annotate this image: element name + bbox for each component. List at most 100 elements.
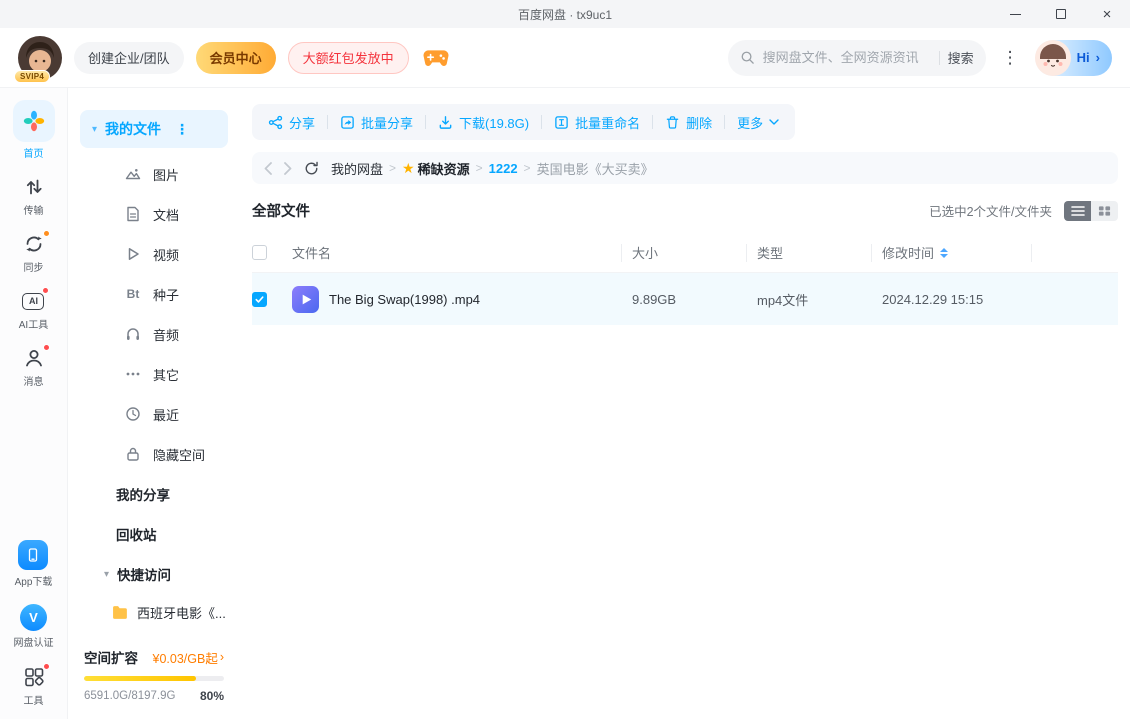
grid-view-button[interactable] [1091,201,1118,221]
table-row[interactable]: The Big Swap(1998) .mp4 9.89GB mp4文件 202… [252,273,1118,325]
maximize-button[interactable] [1038,0,1084,28]
sidebar-item-my-files[interactable]: ▾ 我的文件 ⋮ [80,110,228,148]
sidebar-item-hidden-space[interactable]: 隐藏空间 [68,434,240,474]
vip-center-button[interactable]: 会员中心 [196,42,276,74]
rail-item-certification[interactable]: V 网盘认证 [14,604,54,649]
rail-item-messages[interactable]: 消息 [22,346,46,388]
search-button[interactable]: 搜索 [948,48,974,67]
search-input[interactable] [763,50,931,65]
minimize-icon [1010,14,1021,15]
sidebar-item-videos[interactable]: 视频 [68,234,240,274]
game-controller-icon[interactable] [423,49,449,67]
breadcrumb-rare-resources[interactable]: ★ 稀缺资源 [402,159,470,178]
file-name-text: The Big Swap(1998) .mp4 [329,292,480,307]
file-name-cell[interactable]: The Big Swap(1998) .mp4 [292,286,622,313]
rail-item-transfer[interactable]: 传输 [22,175,46,217]
image-icon [125,166,141,182]
messages-badge-dot [43,344,50,351]
home-icon [13,100,55,142]
toolbar-divider [652,115,653,129]
sort-icon[interactable] [940,248,948,258]
share-button[interactable]: 分享 [268,113,315,132]
grid-view-icon [1098,205,1111,217]
breadcrumb-separator: > [476,161,483,175]
column-modified[interactable]: 修改时间 [872,244,1032,262]
cert-v-icon: V [20,604,47,631]
phone-icon [18,540,48,570]
storage-progress-fill [84,676,196,681]
storage-expand-link[interactable]: ¥0.03/GB起 › [153,648,225,667]
bt-torrent-icon: Bt [125,286,141,302]
search-box[interactable]: 搜索 [728,40,986,76]
transfer-arrows-icon [22,175,46,199]
account-entry[interactable]: Hi › [1035,40,1112,76]
lock-icon [125,446,141,462]
column-type[interactable]: 类型 [747,244,872,262]
select-all-checkbox[interactable] [252,245,267,260]
caret-down-icon: ▾ [92,124,97,135]
view-toggle [1064,201,1118,221]
greeting-text: Hi [1077,50,1090,65]
red-packet-button[interactable]: 大额红包发放中 [288,42,409,74]
titlebar: 百度网盘 · tx9uc1 × [0,0,1130,28]
minimize-button[interactable] [992,0,1038,28]
download-button[interactable]: 下载(19.8G) [438,113,529,132]
refresh-button[interactable] [304,161,319,176]
sidebar-item-audio[interactable]: 音频 [68,314,240,354]
list-view-button[interactable] [1064,201,1091,221]
window-title: 百度网盘 · tx9uc1 [0,6,1130,23]
create-team-button[interactable]: 创建企业/团队 [74,42,184,74]
user-avatar[interactable]: SVIP4 [18,36,62,80]
list-title: 全部文件 [252,200,310,221]
window-controls: × [992,0,1130,28]
sidebar-item-pictures[interactable]: 图片 [68,154,240,194]
column-size[interactable]: 大小 [622,244,747,262]
file-modified-cell: 2024.12.29 15:15 [872,292,1032,307]
batch-share-button[interactable]: 批量分享 [340,113,413,132]
my-files-menu-icon[interactable]: ⋮ [175,121,189,138]
sidebar-item-my-shares[interactable]: 我的分享 [68,474,240,514]
back-button[interactable] [264,162,272,175]
storage-panel: 空间扩容 ¥0.03/GB起 › 6591.0G/8197.9G 80% [68,637,240,719]
ai-badge-dot [42,287,49,294]
toolbar-divider [541,115,542,129]
batch-rename-button[interactable]: 批量重命名 [554,113,640,132]
delete-button[interactable]: 删除 [665,113,712,132]
batch-share-icon [340,115,355,130]
header-more-menu-icon[interactable]: ⋮ [996,48,1025,68]
file-type-cell: mp4文件 [747,290,872,309]
sidebar-item-other[interactable]: 其它 [68,354,240,394]
rail-bottom: App下载 V 网盘认证 工具 [14,540,54,707]
breadcrumb: 我的网盘 > ★ 稀缺资源 > 1222 > 英国电影《大买卖》 [331,159,654,178]
chevron-right-icon: › [220,650,224,664]
sidebar-item-quick-access[interactable]: ▾ 快捷访问 [68,554,240,594]
rail-item-app-download[interactable]: App下载 [15,540,53,588]
rail-item-sync[interactable]: 同步 [22,232,46,274]
file-toolbar: 分享 批量分享 下载(19.8G) 批量重命名 [252,104,795,140]
sidebar-item-recycle-bin[interactable]: 回收站 [68,514,240,554]
file-size-cell: 9.89GB [622,292,747,307]
rename-icon [554,115,569,130]
breadcrumb-current-folder: 英国电影《大买卖》 [537,159,654,178]
chevron-down-icon [769,119,779,125]
sidebar-item-documents[interactable]: 文档 [68,194,240,234]
ai-icon: AI [21,289,45,313]
column-name[interactable]: 文件名 [292,244,622,262]
app-window: 百度网盘 · tx9uc1 × SVIP4 创建企业/团队 会员中心 大额红包发… [0,0,1130,719]
forward-button[interactable] [284,162,292,175]
video-play-icon [125,246,141,262]
sidebar-item-quick-folder[interactable]: 西班牙电影《... [68,594,240,630]
breadcrumb-1222[interactable]: 1222 [489,161,518,176]
row-checkbox[interactable] [252,292,267,307]
tools-grid-icon [22,665,46,689]
more-button[interactable]: 更多 [737,113,779,132]
rail-item-home[interactable]: 首页 [13,100,55,160]
sidebar-item-recent[interactable]: 最近 [68,394,240,434]
rail-item-tools[interactable]: 工具 [22,665,46,707]
rail-item-ai-tools[interactable]: AI AI工具 [19,289,48,331]
video-file-icon [292,286,319,313]
breadcrumb-my-drive[interactable]: 我的网盘 [331,159,383,178]
sidebar-item-torrents[interactable]: Bt 种子 [68,274,240,314]
list-header: 全部文件 已选中2个文件/文件夹 [252,200,1118,221]
close-button[interactable]: × [1084,0,1130,28]
